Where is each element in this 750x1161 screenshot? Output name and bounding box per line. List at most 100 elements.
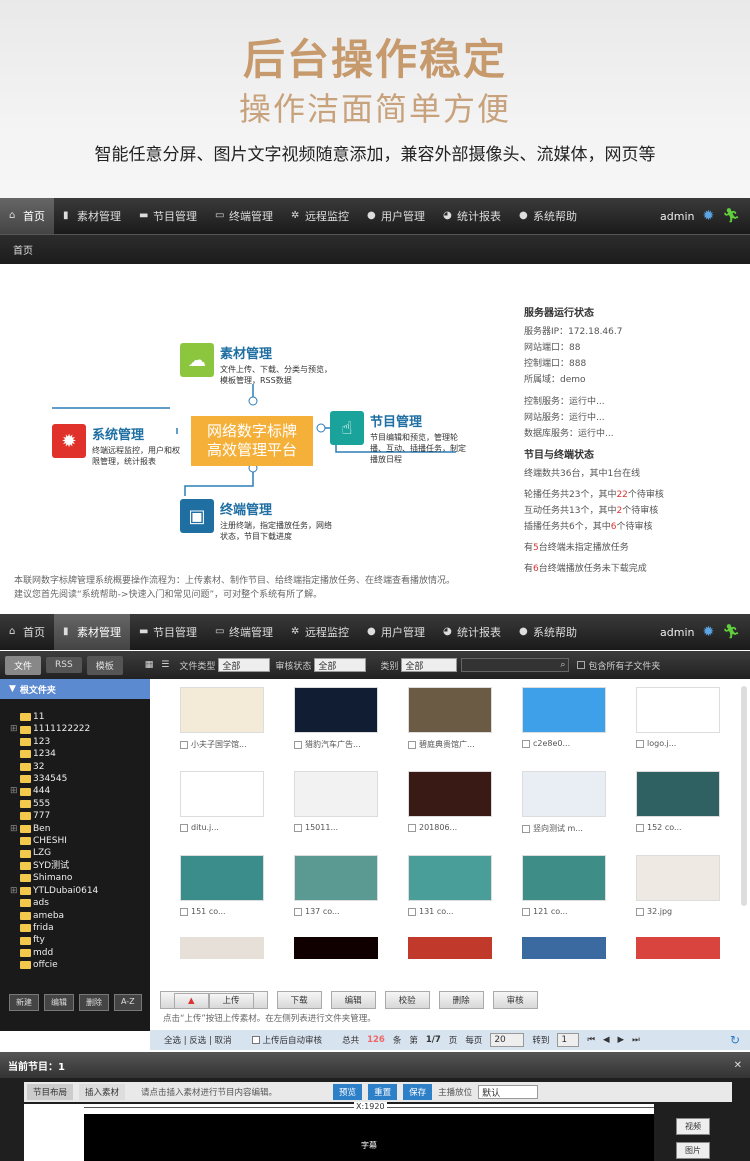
- folder-item[interactable]: fty: [10, 934, 150, 946]
- file-thumbnail[interactable]: [636, 687, 720, 733]
- file-checkbox[interactable]: [294, 907, 302, 916]
- file-thumbnail[interactable]: [636, 771, 720, 817]
- close-icon[interactable]: ✕: [734, 1060, 742, 1071]
- file-item[interactable]: 竖向测试 m...: [514, 771, 614, 834]
- nav-remote[interactable]: ✲ 远程监控: [282, 198, 358, 234]
- settings-icon[interactable]: ✹: [702, 208, 714, 224]
- module-terminal[interactable]: ▣ 终端管理 注册终端，指定播放任务，网络状态，节目下载进度: [180, 499, 332, 542]
- file-item[interactable]: 131 co...: [400, 855, 500, 916]
- image-region-button[interactable]: 图片: [676, 1142, 710, 1159]
- folder-item[interactable]: CHESHI: [10, 835, 150, 847]
- folder-item[interactable]: 555: [10, 798, 150, 810]
- search-input[interactable]: ⌕: [461, 658, 570, 672]
- verify-button[interactable]: 校验: [384, 991, 430, 1009]
- folder-item[interactable]: ameba: [10, 910, 150, 922]
- nav-home[interactable]: ⌂ 首页: [0, 198, 54, 234]
- nav-stats[interactable]: ◕ 统计报表: [434, 198, 510, 234]
- file-item[interactable]: ditu.j...: [172, 771, 272, 832]
- list-view-icon[interactable]: ☰: [161, 660, 169, 670]
- folder-item[interactable]: 123: [10, 736, 150, 748]
- folder-item[interactable]: ⊞ Ben: [10, 823, 150, 835]
- delete-button[interactable]: 删除: [438, 991, 484, 1009]
- logout-icon[interactable]: 🏃︎: [722, 624, 740, 640]
- type-select[interactable]: 全部: [218, 658, 271, 672]
- file-checkbox[interactable]: [522, 739, 530, 748]
- file-item[interactable]: 猎豹汽车广告...: [286, 687, 386, 750]
- folder-item[interactable]: ⊞ 444: [10, 785, 150, 797]
- audit-button[interactable]: 审核: [492, 991, 538, 1009]
- file-thumbnail[interactable]: [180, 687, 264, 733]
- folder-item[interactable]: 777: [10, 810, 150, 822]
- file-checkbox[interactable]: [180, 740, 188, 749]
- file-thumbnail[interactable]: [408, 855, 492, 901]
- nav-help[interactable]: ● 系统帮助: [510, 614, 586, 650]
- admin-username[interactable]: admin: [660, 210, 694, 223]
- edit-button[interactable]: 编辑: [330, 991, 376, 1009]
- prev-page-icon[interactable]: ◀: [603, 1035, 610, 1045]
- file-checkbox[interactable]: [408, 740, 416, 749]
- category-select[interactable]: 全部: [401, 658, 458, 672]
- last-page-icon[interactable]: ⏭: [632, 1035, 640, 1045]
- file-item[interactable]: 201806...: [400, 771, 500, 832]
- file-thumbnail[interactable]: [294, 937, 378, 959]
- delete-folder-button[interactable]: 删除: [79, 994, 109, 1011]
- folder-item[interactable]: ⊞ 1111122222: [10, 723, 150, 735]
- file-checkbox[interactable]: [636, 907, 644, 916]
- file-item[interactable]: 小夫子国学馆...: [172, 687, 272, 750]
- file-thumbnail[interactable]: [180, 937, 264, 959]
- tab-layout[interactable]: 节目布局: [27, 1084, 74, 1100]
- file-checkbox[interactable]: [408, 907, 416, 916]
- nav-program[interactable]: ▬ 节目管理: [130, 614, 206, 650]
- file-item[interactable]: c2e8e0...: [514, 687, 614, 748]
- tab-files[interactable]: 文件: [5, 655, 42, 675]
- file-thumbnail[interactable]: [522, 687, 606, 733]
- nav-stats[interactable]: ◕ 统计报表: [434, 614, 510, 650]
- folder-item[interactable]: SYD测试: [10, 860, 150, 872]
- file-item[interactable]: 152 co...: [628, 771, 728, 832]
- file-checkbox[interactable]: [636, 739, 644, 748]
- nav-program[interactable]: ▬ 节目管理: [130, 198, 206, 234]
- file-thumbnail[interactable]: [294, 687, 378, 733]
- nav-terminal[interactable]: ▭ 终端管理: [206, 614, 282, 650]
- folder-item[interactable]: Shimano: [10, 872, 150, 884]
- file-checkbox[interactable]: [180, 907, 188, 916]
- settings-icon[interactable]: ✹: [702, 624, 714, 640]
- module-program[interactable]: ☝ 节目管理 节目编辑和预览，管理轮播、互动、插播任务，制定播放日程: [330, 411, 470, 465]
- subtitle-region[interactable]: 字幕: [84, 1114, 654, 1161]
- file-thumbnail[interactable]: [636, 855, 720, 901]
- layout-canvas[interactable]: X:1920 字幕: [24, 1102, 654, 1161]
- file-item[interactable]: 碧庭典贵馆广...: [400, 687, 500, 750]
- file-checkbox[interactable]: [408, 823, 416, 832]
- nav-terminal[interactable]: ▭ 终端管理: [206, 198, 282, 234]
- file-thumbnail[interactable]: [294, 855, 378, 901]
- file-checkbox[interactable]: [636, 823, 644, 832]
- tab-template[interactable]: 模板: [86, 655, 123, 675]
- nav-user[interactable]: ● 用户管理: [358, 614, 434, 650]
- file-checkbox[interactable]: [294, 823, 302, 832]
- new-folder-button[interactable]: 新建: [9, 994, 39, 1011]
- file-thumbnail[interactable]: [180, 771, 264, 817]
- root-folder[interactable]: ▼ 根文件夹: [0, 679, 150, 699]
- nav-help[interactable]: ● 系统帮助: [510, 198, 586, 234]
- file-thumbnail[interactable]: [522, 855, 606, 901]
- nav-home[interactable]: ⌂ 首页: [0, 614, 54, 650]
- next-page-icon[interactable]: ▶: [618, 1035, 625, 1045]
- module-material[interactable]: ☁ 素材管理 文件上传、下载、分类与预览，模板管理，RSS数据: [180, 343, 332, 386]
- per-page-select[interactable]: 20: [490, 1033, 525, 1047]
- file-thumbnail[interactable]: [408, 771, 492, 817]
- folder-item[interactable]: 11: [10, 711, 150, 723]
- module-system[interactable]: ✹ 系统管理 终端远程监控，用户和权限管理，统计报表: [52, 424, 182, 467]
- file-checkbox[interactable]: [294, 740, 302, 749]
- select-actions[interactable]: 全选 | 反选 | 取消: [164, 1034, 232, 1046]
- file-checkbox[interactable]: [180, 823, 188, 832]
- goto-select[interactable]: 1: [557, 1033, 580, 1047]
- nav-material[interactable]: ▮ 素材管理: [54, 614, 130, 650]
- file-thumbnail[interactable]: [522, 937, 606, 959]
- download-button[interactable]: 下载: [276, 991, 322, 1009]
- grid-scrollbar[interactable]: [741, 686, 747, 906]
- folder-item[interactable]: mdd: [10, 947, 150, 959]
- folder-item[interactable]: offcie: [10, 959, 150, 971]
- folder-item[interactable]: 1234: [10, 748, 150, 760]
- tab-insert[interactable]: 插入素材: [79, 1084, 126, 1100]
- folder-item[interactable]: frida: [10, 922, 150, 934]
